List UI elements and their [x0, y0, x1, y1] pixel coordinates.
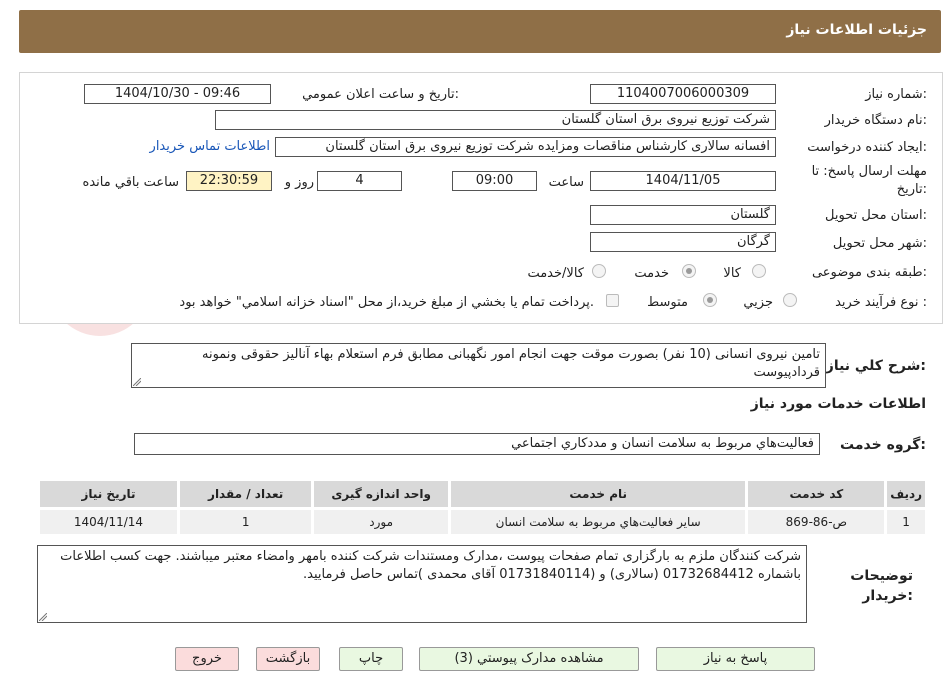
- table-cell: ساير فعاليت‌هاي مربوط به سلامت انسان: [447, 507, 749, 537]
- page-title: جزئیات اطلاعات نیاز: [786, 22, 927, 38]
- resize-grip-icon[interactable]: [133, 378, 141, 386]
- remaining-label: ساعت باقي مانده: [82, 175, 179, 190]
- services-table: رديف كد خدمت نام خدمت واحد اندازه گيری ت…: [37, 478, 928, 537]
- column-header: كد خدمت: [745, 478, 888, 510]
- process-option-minor: جزيي: [743, 295, 773, 310]
- buyer-notes-textarea[interactable]: شرکت کنندگان ملزم به بارگزاری تمام صفحات…: [37, 545, 807, 623]
- services-section-title: اطلاعات خدمات مورد نياز: [750, 396, 926, 412]
- deadline-time-field: 09:00: [452, 171, 537, 191]
- city-field: گرگان: [590, 232, 776, 252]
- category-option-service: خدمت: [634, 266, 669, 281]
- treasury-payment-checkbox[interactable]: [606, 294, 619, 307]
- column-header: رديف: [884, 478, 928, 510]
- table-row: 1 ص-86-869 ساير فعاليت‌هاي مربوط به سلام…: [37, 507, 928, 537]
- page-header: جزئیات اطلاعات نیاز: [19, 10, 941, 53]
- process-radio-minor[interactable]: [783, 293, 797, 307]
- reply-to-need-button[interactable]: پاسخ به نياز: [656, 647, 815, 671]
- view-attachments-button[interactable]: مشاهده مدارک پيوستي (3): [419, 647, 639, 671]
- buyer-org-field: شرکت توزیع نیروی برق استان گلستان: [215, 110, 776, 130]
- print-button[interactable]: چاپ: [339, 647, 403, 671]
- service-group-label: گروه خدمت:: [840, 437, 926, 453]
- buyer-notes-label-line2: خريدار:: [862, 588, 913, 604]
- province-field: گلستان: [590, 205, 776, 225]
- category-option-goods-service: كالا/خدمت: [527, 266, 584, 281]
- category-option-goods: كالا: [723, 266, 741, 281]
- days-remaining-field: 4: [317, 171, 402, 191]
- process-option-medium: متوسط: [647, 295, 688, 310]
- resize-grip-icon[interactable]: [39, 613, 47, 621]
- deadline-time-label: ساعت: [548, 175, 584, 190]
- service-group-field: فعاليت‌هاي مربوط به سلامت انسان و مددكار…: [134, 433, 820, 455]
- need-number-label: شماره نياز:: [865, 87, 927, 102]
- exit-button[interactable]: خروج: [175, 647, 239, 671]
- column-header: تعداد / مقدار: [176, 478, 315, 510]
- table-cell: ص-86-869: [745, 507, 888, 537]
- remaining-time-field: 22:30:59: [186, 171, 272, 191]
- need-number-field: 1104007006000309: [590, 84, 776, 104]
- table-cell: 1: [884, 507, 928, 537]
- buyer-notes-label-line1: توضيحات: [850, 568, 913, 584]
- back-button[interactable]: بازگشت: [256, 647, 320, 671]
- category-radio-goods[interactable]: [752, 264, 766, 278]
- buyer-contact-link[interactable]: اطلاعات تماس خريدار: [150, 139, 270, 154]
- deadline-date-field: 1404/11/05: [590, 171, 776, 191]
- column-header: تاريخ نياز: [37, 478, 180, 510]
- announce-datetime-field: 1404/10/30 - 09:46: [84, 84, 271, 104]
- buyer-org-label: نام دستگاه خريدار:: [824, 113, 927, 128]
- description-label: شرح كلي نياز:: [825, 358, 926, 374]
- process-label: نوع فرآيند خريد :: [835, 295, 927, 310]
- table-header-row: رديف كد خدمت نام خدمت واحد اندازه گيری ت…: [37, 478, 928, 510]
- process-radio-medium[interactable]: [703, 293, 717, 307]
- province-label: استان محل تحويل:: [825, 208, 927, 223]
- table-cell: مورد: [311, 507, 451, 537]
- payment-note: پرداخت تمام يا بخشي از مبلغ خريد،از محل …: [179, 295, 594, 310]
- announce-label: تاریخ و ساعت اعلان عمومي:: [302, 87, 459, 102]
- category-radio-service[interactable]: [682, 264, 696, 278]
- column-header: نام خدمت: [447, 478, 749, 510]
- creator-field: افسانه سالاری کارشناس مناقصات ومزایده شر…: [275, 137, 776, 157]
- deadline-label-line2: تاريخ:: [896, 182, 927, 197]
- days-label: روز و: [284, 175, 314, 190]
- column-header: واحد اندازه گيری: [311, 478, 451, 510]
- table-cell: 1404/11/14: [37, 507, 180, 537]
- description-textarea[interactable]: تامین نیروی انسانی (10 نفر) بصورت موقت ج…: [131, 343, 826, 388]
- city-label: شهر محل تحويل:: [832, 236, 927, 251]
- category-radio-goods-service[interactable]: [592, 264, 606, 278]
- deadline-label-line1: مهلت ارسال پاسخ: تا: [811, 164, 927, 179]
- category-label: طبقه بندی موضوعی:: [811, 265, 927, 280]
- creator-label: ايجاد كننده درخواست:: [807, 140, 927, 155]
- table-cell: 1: [176, 507, 315, 537]
